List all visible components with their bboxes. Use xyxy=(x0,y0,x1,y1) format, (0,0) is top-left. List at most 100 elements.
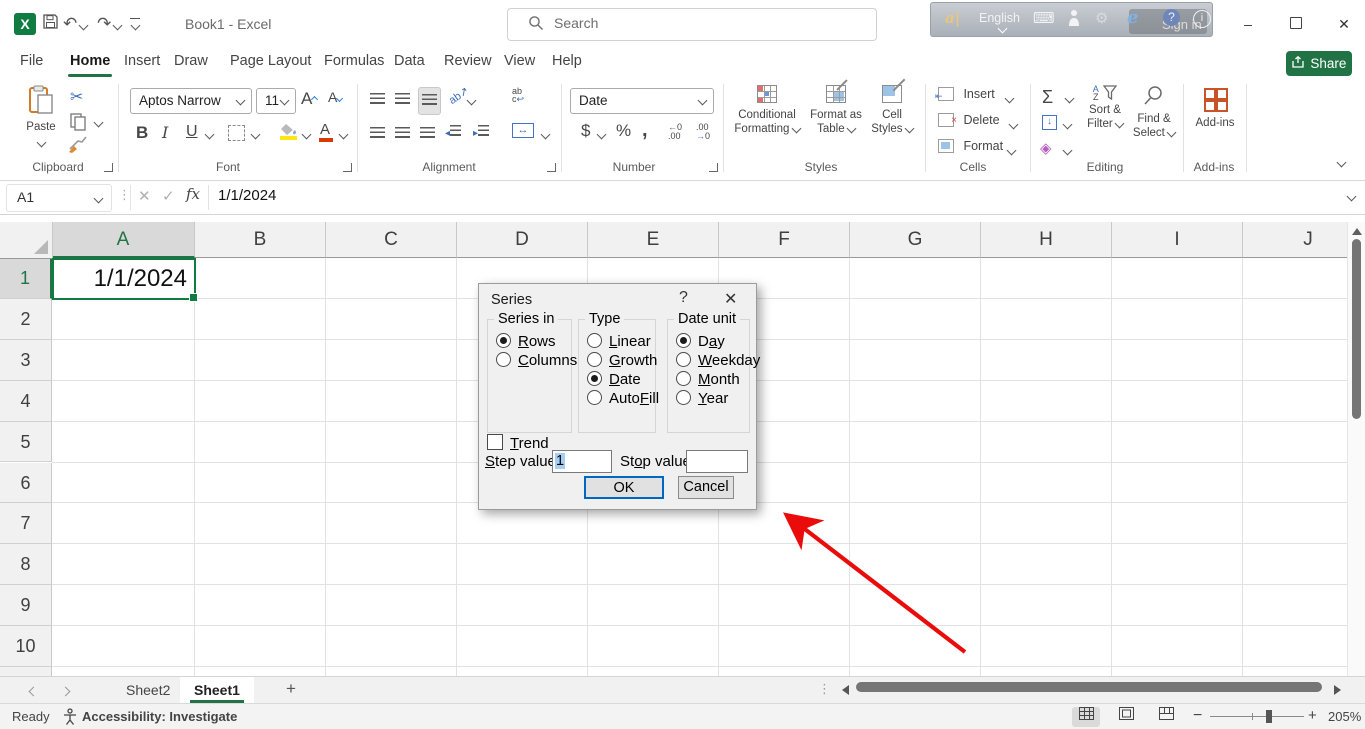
column-header-j[interactable]: J xyxy=(1243,222,1347,258)
zoom-level[interactable]: 205% xyxy=(1328,709,1361,724)
radio-button-icon[interactable] xyxy=(587,333,602,348)
language-label[interactable]: English xyxy=(979,11,1020,25)
info-icon[interactable]: i xyxy=(1193,8,1211,28)
radio-weekday[interactable]: Weekday xyxy=(676,352,760,371)
format-cells-button[interactable]: Format xyxy=(938,139,1003,158)
radio-linear[interactable]: Linear xyxy=(587,333,651,352)
cell-selection-border[interactable] xyxy=(52,258,196,300)
keyboard-icon[interactable]: ⌨ xyxy=(1033,9,1055,27)
tab-formulas[interactable]: Formulas xyxy=(320,48,388,77)
tab-home[interactable]: Home xyxy=(66,48,114,77)
radio-growth[interactable]: Growth xyxy=(587,352,657,371)
fill-chevron-icon[interactable] xyxy=(1063,120,1073,130)
radio-rows[interactable]: Rows xyxy=(496,333,556,352)
settings-gear-icon[interactable]: ⚙ xyxy=(1095,9,1108,27)
delete-cells-button[interactable]: × Delete xyxy=(938,113,1000,132)
radio-button-icon[interactable] xyxy=(676,371,691,386)
vertical-scroll-thumb[interactable] xyxy=(1352,239,1361,419)
radio-button-icon[interactable] xyxy=(676,333,691,348)
series-dialog[interactable]: Series ? ✕ Series inRowsColumnsTypeLinea… xyxy=(478,283,757,510)
font-size-select[interactable]: 11 xyxy=(256,88,296,114)
font-dialog-launcher[interactable] xyxy=(343,163,352,172)
formula-bar-value[interactable]: 1/1/2024 xyxy=(218,187,276,204)
scroll-left-icon[interactable] xyxy=(842,685,849,695)
help-icon[interactable]: ? xyxy=(1163,8,1180,26)
column-header-f[interactable]: F xyxy=(719,222,850,258)
row-header-3[interactable]: 3 xyxy=(0,340,52,381)
zoom-in-button[interactable]: + xyxy=(1308,707,1317,724)
orientation-chevron-icon[interactable] xyxy=(467,96,477,106)
save-icon[interactable] xyxy=(42,13,59,35)
share-button[interactable]: Share xyxy=(1286,51,1352,76)
browser-icon[interactable]: e xyxy=(1127,7,1138,28)
align-top-icon[interactable] xyxy=(370,91,385,109)
cancel-formula-icon[interactable]: ✕ xyxy=(138,187,151,205)
fill-color-icon[interactable] xyxy=(280,123,298,141)
font-color-chevron-icon[interactable] xyxy=(339,130,349,140)
name-box[interactable]: A1 xyxy=(6,184,112,212)
radio-button-icon[interactable] xyxy=(676,390,691,405)
sheet-tab-sheet1[interactable]: Sheet1 xyxy=(180,677,254,704)
ime-user-icon[interactable] xyxy=(1067,9,1081,31)
font-color-icon[interactable]: A xyxy=(320,121,330,138)
tab-data[interactable]: Data xyxy=(390,48,429,77)
customize-qat-icon[interactable] xyxy=(130,18,140,19)
autosum-icon[interactable]: Σ xyxy=(1042,87,1053,108)
conditional-formatting-button[interactable]: Conditional Formatting xyxy=(733,85,801,136)
number-format-select[interactable]: Date xyxy=(570,88,714,114)
clear-icon[interactable]: ◈ xyxy=(1040,139,1052,157)
paste-button[interactable]: Paste xyxy=(18,85,64,152)
align-bottom-icon[interactable] xyxy=(418,87,441,115)
borders-icon[interactable] xyxy=(228,125,245,141)
radio-date[interactable]: Date xyxy=(587,371,641,390)
zoom-out-button[interactable]: − xyxy=(1193,707,1202,725)
wrap-text-icon[interactable]: abc↩ xyxy=(512,87,524,103)
tab-page-layout[interactable]: Page Layout xyxy=(226,48,315,77)
minimize-button[interactable]: – xyxy=(1238,14,1258,34)
tab-view[interactable]: View xyxy=(500,48,539,77)
row-header-5[interactable]: 5 xyxy=(0,422,52,463)
maximize-button[interactable] xyxy=(1286,14,1306,34)
sheet-prev-icon[interactable] xyxy=(29,687,39,697)
clipboard-dialog-launcher[interactable] xyxy=(104,163,113,172)
radio-day[interactable]: Day xyxy=(676,333,725,352)
tab-insert[interactable]: Insert xyxy=(120,48,164,77)
decrease-decimal-icon[interactable]: .00→0 xyxy=(696,123,710,141)
align-left-icon[interactable] xyxy=(370,125,385,143)
column-header-g[interactable]: G xyxy=(850,222,981,258)
copy-chevron-icon[interactable] xyxy=(94,118,104,128)
view-normal-icon[interactable] xyxy=(1072,707,1100,727)
select-all-button[interactable] xyxy=(0,222,53,259)
column-header-h[interactable]: H xyxy=(981,222,1112,258)
fill-color-chevron-icon[interactable] xyxy=(302,130,312,140)
align-right-icon[interactable] xyxy=(420,125,435,143)
fill-down-icon[interactable]: ↓ xyxy=(1042,115,1057,130)
radio-button-icon[interactable] xyxy=(676,352,691,367)
comma-icon[interactable]: , xyxy=(642,119,648,142)
row-header-7[interactable]: 7 xyxy=(0,503,52,544)
scrollbar-grip-icon[interactable]: ⋮ xyxy=(818,681,831,697)
radio-columns[interactable]: Columns xyxy=(496,352,577,371)
column-header-e[interactable]: E xyxy=(588,222,719,258)
fill-handle[interactable] xyxy=(189,293,198,302)
radio-month[interactable]: Month xyxy=(676,371,740,390)
italic-button[interactable]: I xyxy=(162,123,168,142)
format-as-table-button[interactable]: Format as Table xyxy=(805,85,867,136)
alignment-dialog-launcher[interactable] xyxy=(547,163,556,172)
radio-button-icon[interactable] xyxy=(587,352,602,367)
tab-draw[interactable]: Draw xyxy=(170,48,212,77)
column-header-b[interactable]: B xyxy=(195,222,326,258)
dialog-help-icon[interactable]: ? xyxy=(679,289,688,307)
scroll-right-icon[interactable] xyxy=(1334,685,1341,695)
row-header-1[interactable]: 1 xyxy=(0,258,52,299)
radio-button-icon[interactable] xyxy=(496,333,511,348)
number-dialog-launcher[interactable] xyxy=(709,163,718,172)
zoom-slider-track[interactable] xyxy=(1210,716,1304,717)
underline-chevron-icon[interactable] xyxy=(205,130,215,140)
format-painter-icon[interactable] xyxy=(68,135,88,158)
percent-icon[interactable]: % xyxy=(616,121,631,141)
sheet-tab-sheet2[interactable]: Sheet2 xyxy=(112,677,184,704)
tab-help[interactable]: Help xyxy=(548,48,586,77)
decrease-indent-icon[interactable]: ◂ xyxy=(445,125,461,139)
increase-decimal-icon[interactable]: ←0.00 xyxy=(668,123,682,141)
